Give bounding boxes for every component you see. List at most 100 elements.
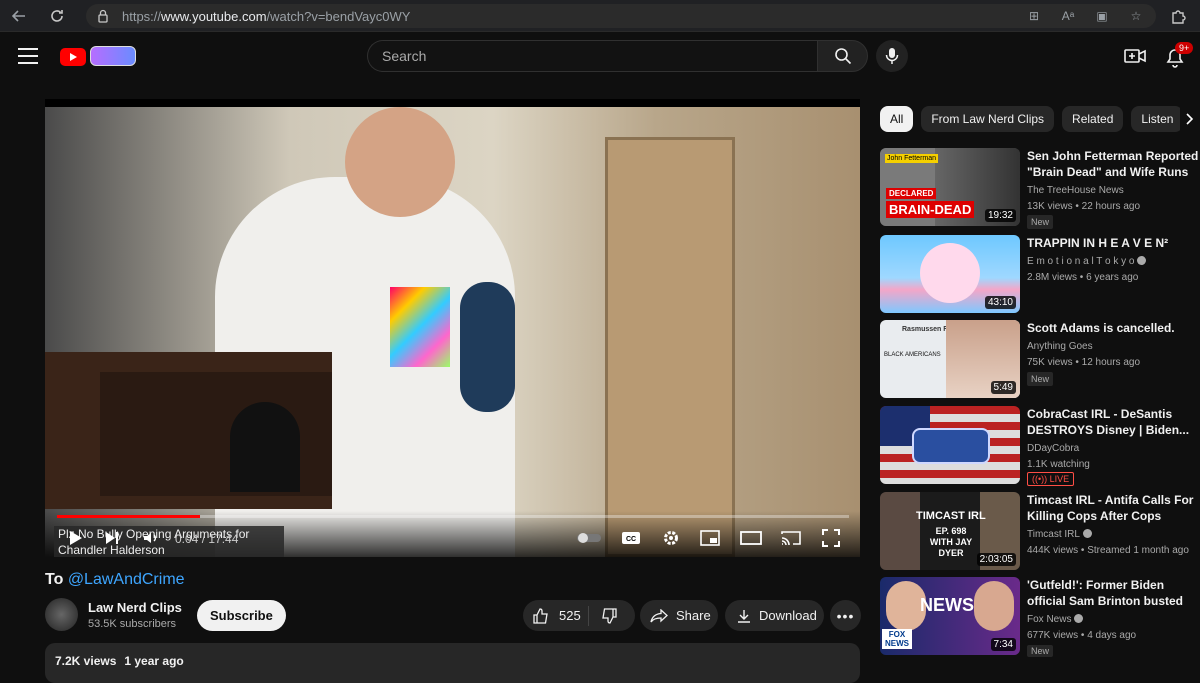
address-bar[interactable]: https://www.youtube.com/watch?v=bendVayc… bbox=[86, 4, 1156, 28]
rec-channel[interactable]: Anything Goes bbox=[1027, 341, 1093, 352]
app-grid-icon[interactable]: ⊞ bbox=[1024, 6, 1044, 26]
rec-channel[interactable]: E m o t i o n a l T o k y o bbox=[1027, 256, 1147, 267]
browser-toolbar: https://www.youtube.com/watch?v=bendVayc… bbox=[0, 0, 1200, 32]
list-item[interactable]: 43:10 TRAPPIN IN H E A V E N² E m o t i … bbox=[880, 235, 1200, 315]
subscriber-count: 53.5K subscribers bbox=[88, 618, 177, 630]
rec-title[interactable]: 'Gutfeld!': Former Biden official Sam Br… bbox=[1027, 577, 1199, 609]
thumbs-up-icon bbox=[533, 607, 548, 624]
fox-news-logo: FOX NEWS bbox=[882, 629, 912, 649]
new-badge: New bbox=[1027, 215, 1054, 229]
chip-all[interactable]: All bbox=[880, 106, 914, 132]
svg-text:CC: CC bbox=[626, 536, 636, 543]
share-button[interactable]: Share bbox=[640, 600, 718, 631]
view-count: 7.2K views bbox=[55, 654, 117, 668]
video-thumbnail[interactable]: TIMCAST IRL EP. 698 WITH JAY DYER 2:03:0… bbox=[880, 492, 1020, 570]
rec-title[interactable]: Scott Adams is cancelled. bbox=[1027, 320, 1199, 336]
rec-channel[interactable]: Fox News bbox=[1027, 614, 1084, 625]
list-item[interactable]: Rasmussen Reports BLACK AMERICANS 5:49 S… bbox=[880, 320, 1200, 400]
like-button[interactable]: 525 bbox=[523, 605, 589, 626]
extensions-puzzle-icon[interactable] bbox=[1166, 4, 1190, 28]
like-count: 525 bbox=[559, 608, 581, 623]
settings-gear-icon[interactable] bbox=[660, 527, 682, 549]
video-thumbnail[interactable] bbox=[880, 406, 1020, 484]
video-pocket-shape bbox=[390, 287, 450, 367]
list-item[interactable]: NEWS FOX NEWS 7:34 'Gutfeld!': Former Bi… bbox=[880, 577, 1200, 657]
search-icon bbox=[834, 48, 851, 65]
back-arrow-icon[interactable] bbox=[6, 3, 32, 29]
video-thumbnail[interactable]: NEWS FOX NEWS 7:34 bbox=[880, 577, 1020, 655]
rec-channel[interactable]: The TreeHouse News bbox=[1027, 185, 1124, 196]
reload-icon[interactable] bbox=[44, 3, 70, 29]
chip-listen[interactable]: Listen bbox=[1131, 106, 1184, 132]
notification-badge: 9+ bbox=[1175, 42, 1194, 54]
theater-mode-icon[interactable] bbox=[739, 527, 763, 549]
list-item[interactable]: TIMCAST IRL EP. 698 WITH JAY DYER 2:03:0… bbox=[880, 492, 1200, 572]
play-icon[interactable] bbox=[65, 527, 87, 549]
youtube-doodle-logo[interactable] bbox=[90, 46, 136, 66]
thumb-label: DECLARED bbox=[886, 188, 937, 199]
share-label: Share bbox=[676, 608, 711, 623]
rec-meta: 1.1K watching bbox=[1027, 459, 1090, 470]
miniplayer-icon[interactable] bbox=[699, 527, 721, 549]
list-item[interactable]: CobraCast IRL - DeSantis DESTROYS Disney… bbox=[880, 406, 1200, 486]
pip-video-title: Plz No Bully Opening Arguments for Chand… bbox=[54, 526, 284, 557]
more-actions-button[interactable]: ••• bbox=[830, 600, 861, 631]
closed-captions-icon[interactable]: CC bbox=[620, 527, 642, 549]
rec-title[interactable]: Sen John Fetterman Reported "Brain Dead"… bbox=[1027, 148, 1199, 180]
new-badge: New bbox=[1027, 645, 1054, 657]
download-label: Download bbox=[759, 608, 817, 623]
rec-meta: 444K views • Streamed 1 month ago bbox=[1027, 545, 1189, 556]
hd-icon[interactable]: ▣ bbox=[1092, 6, 1112, 26]
description-box[interactable]: 7.2K views 1 year ago bbox=[45, 643, 860, 683]
youtube-logo-icon[interactable] bbox=[60, 48, 86, 66]
rec-title[interactable]: TRAPPIN IN H E A V E N² bbox=[1027, 235, 1199, 251]
rec-meta: 677K views • 4 days ago bbox=[1027, 630, 1137, 641]
search-input[interactable] bbox=[368, 41, 817, 71]
upload-age: 1 year ago bbox=[124, 654, 184, 668]
youtube-header: 9+ bbox=[0, 32, 1200, 80]
new-badge: New bbox=[1027, 372, 1054, 386]
chevron-right-icon[interactable] bbox=[1180, 108, 1200, 130]
chip-related[interactable]: Related bbox=[1062, 106, 1124, 132]
video-thumbnail[interactable]: John Fetterman DECLARED BRAIN-DEAD 19:32 bbox=[880, 148, 1020, 226]
thumb-label: EP. 698 WITH JAY DYER bbox=[929, 526, 973, 558]
subscribe-button[interactable]: Subscribe bbox=[197, 600, 286, 631]
autoplay-toggle[interactable] bbox=[575, 527, 603, 549]
verified-check-icon bbox=[1074, 614, 1084, 623]
duration-badge: 2:03:05 bbox=[976, 553, 1016, 566]
channel-name[interactable]: Law Nerd Clips bbox=[88, 600, 182, 615]
thumb-label: BRAIN-DEAD bbox=[886, 201, 975, 218]
create-video-icon[interactable] bbox=[1124, 46, 1146, 66]
volume-icon[interactable] bbox=[140, 527, 162, 549]
video-title: To @LawAndCrime bbox=[45, 571, 185, 588]
video-player[interactable]: Plz No Bully Opening Arguments for Chand… bbox=[45, 99, 860, 557]
dislike-button[interactable] bbox=[589, 607, 617, 624]
live-broadcast-icon: ((•)) bbox=[1032, 474, 1048, 484]
thumb-label: BLACK AMERICANS bbox=[884, 352, 941, 358]
next-video-icon[interactable] bbox=[101, 527, 123, 549]
rec-channel[interactable]: Timcast IRL bbox=[1027, 529, 1092, 540]
favorite-star-icon[interactable]: ☆ bbox=[1126, 6, 1146, 26]
voice-search-button[interactable] bbox=[876, 40, 908, 72]
live-badge: ((•)) LIVE bbox=[1027, 472, 1075, 486]
video-thumbnail[interactable]: 43:10 bbox=[880, 235, 1020, 313]
list-item[interactable]: John Fetterman DECLARED BRAIN-DEAD 19:32… bbox=[880, 148, 1200, 229]
mention-link[interactable]: @LawAndCrime bbox=[68, 571, 185, 588]
cast-icon[interactable] bbox=[779, 527, 803, 549]
channel-avatar[interactable] bbox=[45, 598, 78, 631]
read-aloud-icon[interactable]: Aᵃ bbox=[1058, 6, 1078, 26]
rec-meta: 75K views • 12 hours ago bbox=[1027, 357, 1141, 368]
progress-bar[interactable] bbox=[57, 515, 849, 518]
url-text: https://www.youtube.com/watch?v=bendVayc… bbox=[122, 8, 411, 24]
thumb-label: NEWS bbox=[920, 595, 974, 615]
rec-channel[interactable]: DDayCobra bbox=[1027, 443, 1079, 454]
menu-hamburger-icon[interactable] bbox=[18, 48, 38, 64]
search-button[interactable] bbox=[817, 40, 868, 72]
time-display: 0:04 / 17:44 bbox=[175, 532, 239, 546]
video-thumbnail[interactable]: Rasmussen Reports BLACK AMERICANS 5:49 bbox=[880, 320, 1020, 398]
rec-title[interactable]: CobraCast IRL - DeSantis DESTROYS Disney… bbox=[1027, 406, 1199, 438]
fullscreen-icon[interactable] bbox=[819, 527, 843, 549]
chip-from-channel[interactable]: From Law Nerd Clips bbox=[921, 106, 1055, 132]
download-button[interactable]: Download bbox=[725, 600, 824, 631]
rec-title[interactable]: Timcast IRL - Antifa Calls For Killing C… bbox=[1027, 492, 1199, 524]
